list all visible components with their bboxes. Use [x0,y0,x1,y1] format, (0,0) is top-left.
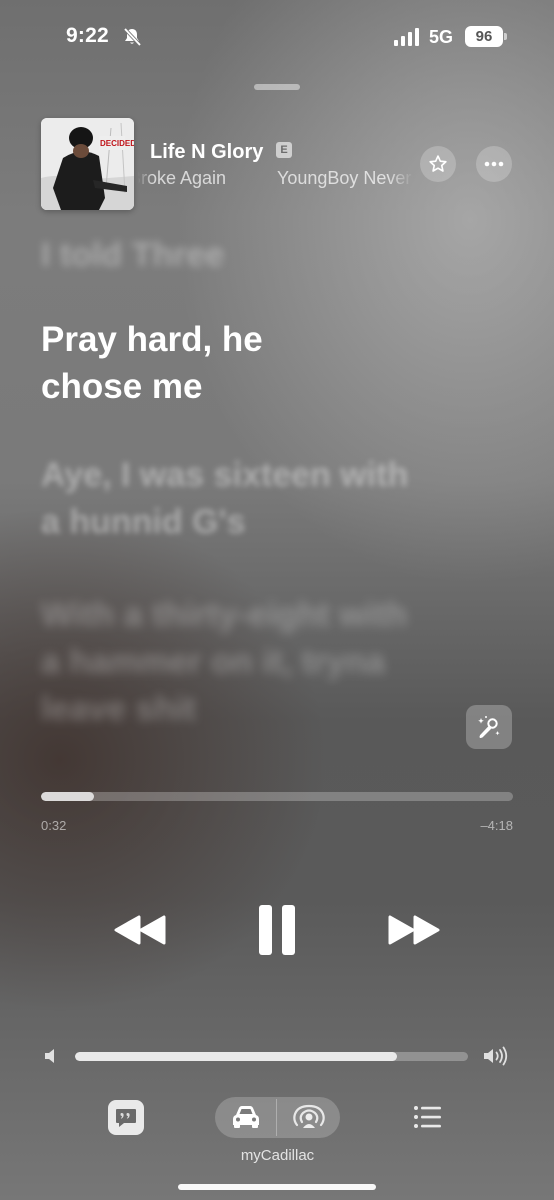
song-subtitle[interactable]: Broke Again YoungBoy Never Broke Again [138,166,414,192]
microphone-sparkle-icon [478,716,500,738]
lyric-line-next-2[interactable]: With a thirty-eight with a hammer on it,… [41,592,421,733]
car-icon[interactable] [230,1104,262,1135]
remaining-time: –4:18 [480,818,513,833]
lyric-line-previous[interactable]: I told Three [41,232,224,279]
playback-scrubber[interactable] [41,792,513,801]
sing-mode-button[interactable] [466,705,512,749]
signal-icon [394,28,424,46]
favorite-button[interactable] [420,146,456,182]
elapsed-time: 0:32 [41,818,67,833]
battery-nub [504,33,507,40]
sheet-grabber[interactable] [254,84,300,90]
volume-high-icon [483,1046,511,1071]
status-time: 9:22 [66,24,109,47]
next-track-button[interactable] [386,904,442,956]
pill-divider [276,1099,277,1136]
explicit-badge: E [276,142,292,158]
lyrics-quote-icon [116,1108,136,1127]
battery-level: 96 [465,26,503,47]
output-device-label[interactable]: myCadillac [215,1147,340,1164]
queue-button[interactable] [412,1104,442,1132]
pause-button[interactable] [250,900,304,960]
volume-level-fill [75,1052,398,1061]
playback-progress-fill [41,792,95,801]
broadcast-icon[interactable] [292,1104,326,1135]
pause-icon [259,905,295,955]
svg-text:DECIDED: DECIDED [100,139,134,148]
lyrics-button[interactable] [108,1100,144,1135]
lyric-line-next[interactable]: Aye, I was sixteen with a hunnid G's [41,452,421,546]
network-type: 5G [429,27,454,47]
lyric-line-current[interactable]: Pray hard, he chose me [41,316,361,410]
album-artwork[interactable]: DECIDED [41,118,134,210]
star-icon [429,155,447,172]
ellipsis-icon [484,161,504,167]
bell-slash-icon [122,27,142,47]
previous-track-button[interactable] [112,904,168,956]
volume-low-icon [44,1048,58,1069]
rewind-icon [114,915,166,945]
queue-list-icon [414,1106,441,1128]
home-indicator[interactable] [178,1184,376,1190]
more-options-button[interactable] [476,146,512,182]
volume-slider[interactable] [75,1052,468,1061]
artist-name: YoungBoy Never Broke Again [277,168,414,188]
fast-forward-icon [388,915,440,945]
album-name: Broke Again [138,168,227,188]
song-title[interactable]: Life N Glory [150,141,263,164]
